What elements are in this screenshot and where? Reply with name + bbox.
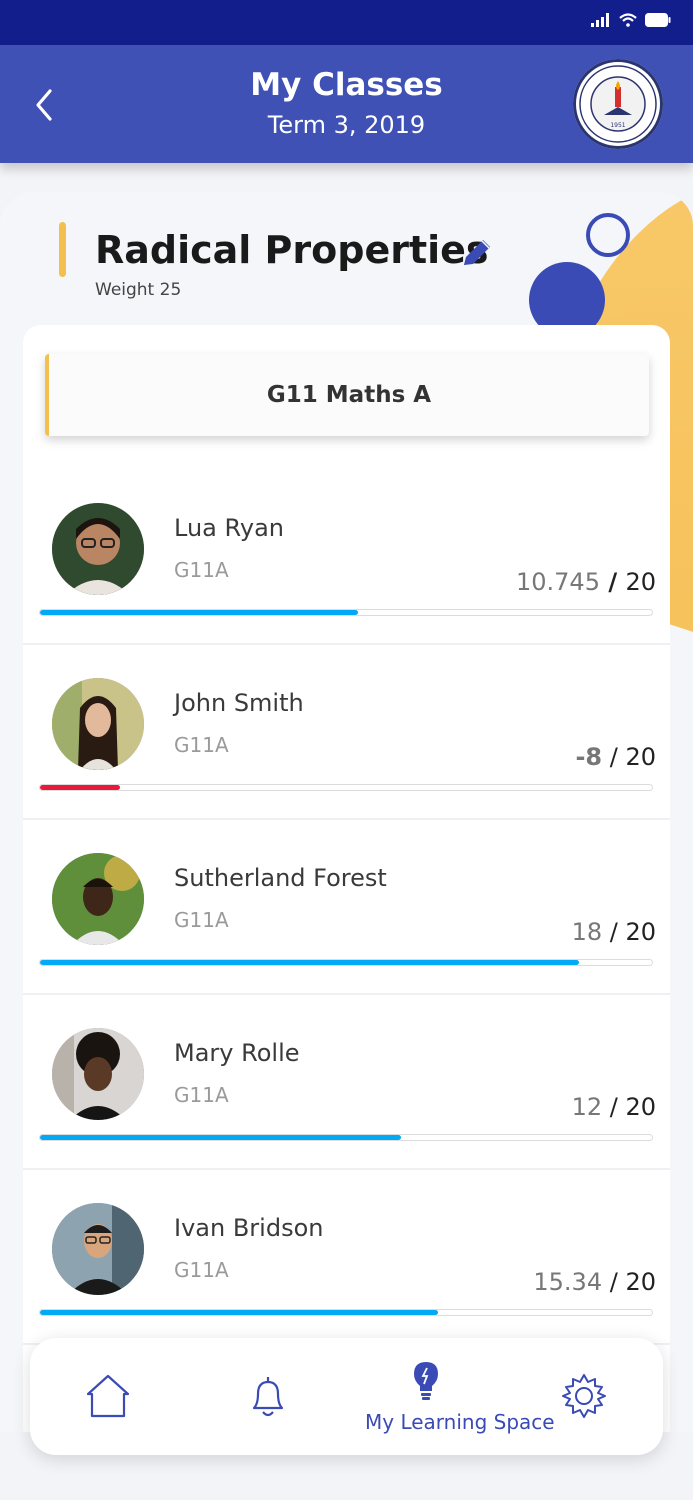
- score: 15.34 / 20: [533, 1268, 656, 1296]
- score: 10.745 / 20: [516, 568, 656, 596]
- score-progress-bar: [39, 609, 653, 616]
- avatar: [52, 1203, 144, 1295]
- gear-icon[interactable]: [561, 1373, 607, 1419]
- topic-weight: Weight 25: [95, 280, 182, 300]
- score-value: 18: [571, 918, 603, 946]
- score-progress-fill: [40, 960, 579, 965]
- score-progress-bar: [39, 1309, 653, 1316]
- student-name: John Smith: [174, 689, 304, 717]
- status-bar: [0, 0, 693, 45]
- score: 12 / 20: [572, 1093, 656, 1121]
- signal-icon: [591, 13, 609, 27]
- battery-icon: [645, 13, 671, 27]
- student-row[interactable]: Sutherland Forest G11A 18 / 20: [23, 820, 670, 995]
- app-header: My Classes Term 3, 2019 1951: [0, 45, 693, 163]
- score-total: 20: [625, 1268, 656, 1296]
- student-name: Ivan Bridson: [174, 1214, 324, 1242]
- score-progress-bar: [39, 784, 653, 791]
- avatar: [52, 678, 144, 770]
- score-progress-bar: [39, 1134, 653, 1141]
- score-value: -8: [575, 743, 603, 771]
- avatar: [52, 503, 144, 595]
- score-separator: /: [602, 1268, 626, 1296]
- score-total: 20: [625, 743, 656, 771]
- student-name: Mary Rolle: [174, 1039, 300, 1067]
- student-name: Sutherland Forest: [174, 864, 387, 892]
- topic-sheet: Radical Properties Weight 25 G11 Maths A: [0, 192, 693, 1432]
- score-separator: /: [599, 568, 626, 596]
- score-separator: /: [602, 743, 626, 771]
- topic-title: Radical Properties: [95, 228, 489, 272]
- student-row[interactable]: Ivan Bridson G11A 15.34 / 20: [23, 1170, 670, 1345]
- student-name: Lua Ryan: [174, 514, 284, 542]
- title-accent-bar: [59, 222, 66, 277]
- wifi-icon: [619, 13, 637, 27]
- student-row[interactable]: John Smith G11A -8 / 20: [23, 645, 670, 820]
- nav-label-my-learning-space[interactable]: My Learning Space: [365, 1410, 555, 1434]
- score-total: 20: [625, 1093, 656, 1121]
- score-progress-fill: [40, 610, 359, 615]
- student-class: G11A: [174, 908, 229, 932]
- student-row[interactable]: Lua Ryan G11A 10.745 / 20: [23, 470, 670, 645]
- score-progress-fill: [40, 1310, 438, 1315]
- score-total: 20: [625, 568, 656, 596]
- avatar: [52, 853, 144, 945]
- student-class: G11A: [174, 1258, 229, 1282]
- score-progress-fill: [40, 785, 120, 790]
- score-value: 10.745: [515, 568, 600, 596]
- lightbulb-icon[interactable]: [410, 1360, 442, 1402]
- class-tab[interactable]: G11 Maths A: [45, 354, 649, 436]
- student-class: G11A: [174, 733, 229, 757]
- student-list-panel: G11 Maths A Lua Ryan G11A 10.745 / 20 Jo…: [23, 325, 670, 1432]
- decorative-ring: [586, 213, 630, 257]
- score-progress-bar: [39, 959, 653, 966]
- score-total: 20: [625, 918, 656, 946]
- score: 18 / 20: [572, 918, 656, 946]
- student-class: G11A: [174, 558, 229, 582]
- score-value: 12: [571, 1093, 603, 1121]
- home-icon[interactable]: [84, 1372, 132, 1420]
- avatar: [52, 1028, 144, 1120]
- pencil-icon: [464, 240, 490, 265]
- score-progress-fill: [40, 1135, 402, 1140]
- bell-icon[interactable]: [244, 1372, 292, 1420]
- score-separator: /: [602, 918, 626, 946]
- school-seal-logo[interactable]: 1951: [573, 59, 663, 149]
- score-value: 15.34: [533, 1268, 603, 1296]
- student-class: G11A: [174, 1083, 229, 1107]
- bottom-nav: My Learning Space: [30, 1338, 663, 1455]
- score-separator: /: [602, 1093, 626, 1121]
- student-row[interactable]: Mary Rolle G11A 12 / 20: [23, 995, 670, 1170]
- score: -8 / 20: [575, 743, 656, 771]
- edit-button[interactable]: [458, 234, 496, 272]
- svg-text:1951: 1951: [610, 122, 625, 129]
